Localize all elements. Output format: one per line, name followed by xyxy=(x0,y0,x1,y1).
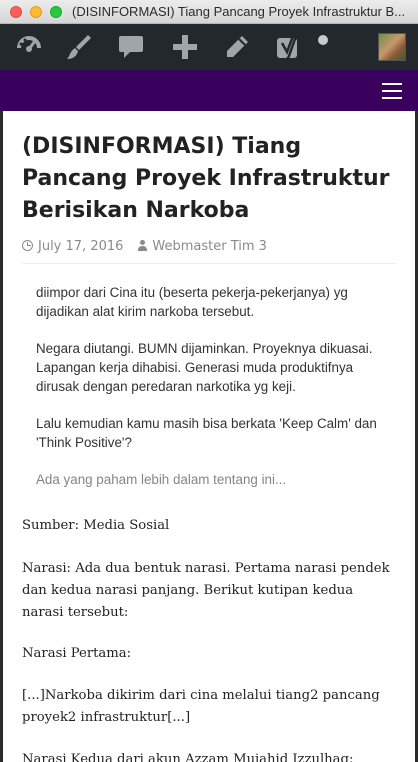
post-date[interactable]: July 17, 2016 xyxy=(38,239,123,254)
screenshot-paragraph: diimpor dari Cina itu (beserta pekerja-p… xyxy=(36,285,348,319)
plus-icon[interactable] xyxy=(170,32,200,62)
brush-icon[interactable] xyxy=(64,32,94,62)
title-bar: (DISINFORMASI) Tiang Pancang Proyek Infr… xyxy=(0,0,418,24)
wp-admin-bar xyxy=(0,24,418,70)
dashboard-icon[interactable] xyxy=(14,32,44,62)
site-navigation-bar xyxy=(0,70,418,111)
pencil-icon[interactable] xyxy=(222,32,252,62)
screenshot-paragraph: Negara diutangi. BUMN dijaminkan. Proyek… xyxy=(36,341,373,394)
comment-icon[interactable] xyxy=(116,32,146,62)
maximize-window-button[interactable] xyxy=(50,6,62,18)
post-title[interactable]: (DISINFORMASI) Tiang Pancang Proyek Infr… xyxy=(22,131,392,227)
narasi-paragraph: Narasi: Ada dua bentuk narasi. Pertama n… xyxy=(22,561,390,620)
screenshot-paragraph: Lalu kemudian kamu masih bisa berkata 'K… xyxy=(36,416,377,450)
yoast-icon[interactable] xyxy=(274,32,304,62)
post-meta: July 17, 2016 Webmaster Tim 3 xyxy=(22,239,267,254)
window-title: (DISINFORMASI) Tiang Pancang Proyek Infr… xyxy=(72,4,406,19)
avatar[interactable] xyxy=(378,33,406,61)
source-paragraph: Sumber: Media Sosial xyxy=(22,518,170,533)
screenshot-paragraph: Ada yang paham lebih dalam tentang ini..… xyxy=(36,472,287,487)
browser-window: (DISINFORMASI) Tiang Pancang Proyek Infr… xyxy=(0,0,418,762)
post-content: (DISINFORMASI) Tiang Pancang Proyek Infr… xyxy=(0,111,418,762)
minimize-window-button[interactable] xyxy=(30,6,42,18)
post-author[interactable]: Webmaster Tim 3 xyxy=(152,239,267,254)
close-window-button[interactable] xyxy=(10,6,22,18)
user-icon xyxy=(137,240,148,251)
meta-divider xyxy=(22,263,396,264)
clock-icon xyxy=(22,240,33,251)
menu-toggle-icon[interactable] xyxy=(382,83,402,99)
status-dot-icon xyxy=(318,35,328,45)
social-media-screenshot: diimpor dari Cina itu (beserta pekerja-p… xyxy=(22,273,396,495)
narasi-kedua-label: Narasi Kedua dari akun Azzam Mujahid Izz… xyxy=(22,752,354,762)
narasi-pertama-label: Narasi Pertama: xyxy=(22,646,132,661)
narasi-pertama-quote: [...]Narkoba dikirim dari cina melalui t… xyxy=(22,688,380,725)
